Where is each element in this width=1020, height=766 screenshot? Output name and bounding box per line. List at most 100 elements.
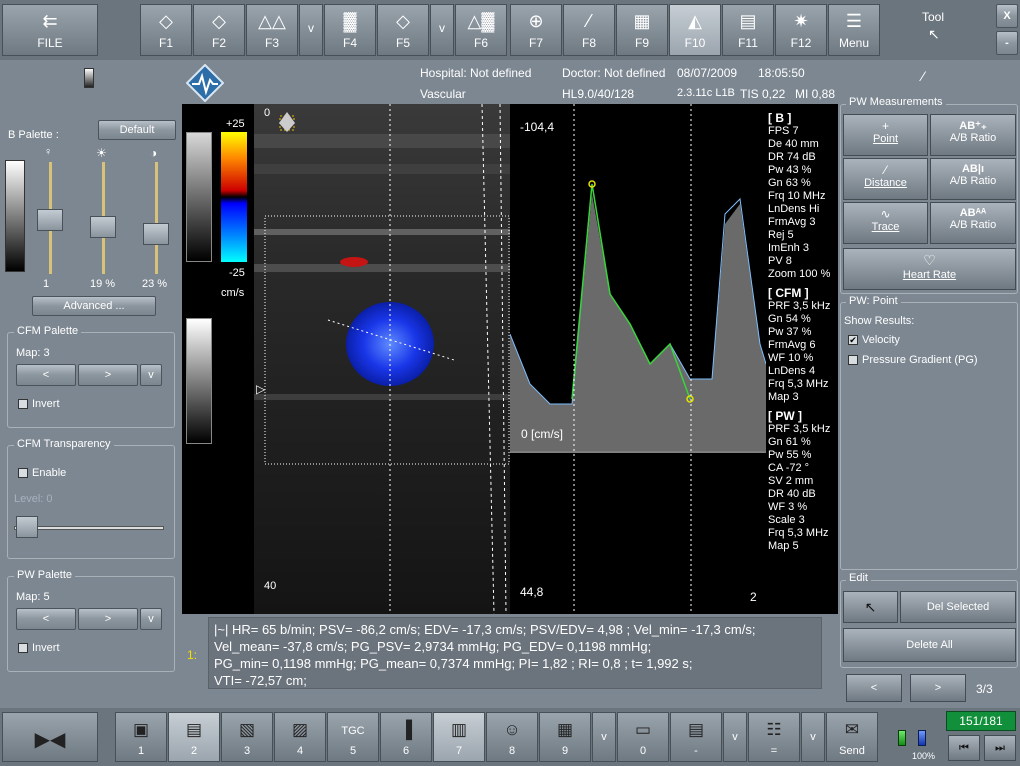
select-tool-button[interactable]: ↖ — [843, 591, 898, 623]
b-mode-image[interactable] — [254, 104, 510, 614]
file-icon: ⇇ — [42, 11, 58, 31]
preset-6-button[interactable]: ▐ 6 — [380, 712, 432, 762]
contrast-slider[interactable] — [90, 216, 116, 238]
network-button[interactable]: ☷ = — [748, 712, 800, 762]
distance-button[interactable]: ⁄ Distance — [843, 158, 928, 200]
transparency-enable-checkbox[interactable]: Enable — [18, 467, 66, 479]
f11-button[interactable]: ▤ F11 — [722, 4, 774, 56]
preset-9-button[interactable]: ▦ 9 — [539, 712, 591, 762]
velocity-checkbox[interactable]: ✔ Velocity — [848, 334, 900, 346]
pw-param: DR 40 dB — [768, 488, 816, 500]
cfm-map-dropdown[interactable]: v — [140, 364, 162, 386]
send-button[interactable]: ✉ Send — [826, 712, 878, 762]
pressure-gradient-checkbox[interactable]: Pressure Gradient (PG) — [848, 354, 978, 366]
gamma-slider[interactable] — [143, 223, 169, 245]
heart-rate-button[interactable]: ♡ Heart Rate — [843, 248, 1016, 290]
pointer-icon: ↖ — [864, 599, 877, 615]
b-param: ImEnh 3 — [768, 242, 809, 254]
transparency-slider[interactable] — [16, 516, 38, 538]
cfm-param: WF 10 % — [768, 352, 814, 364]
pw-doppler-spectrum[interactable] — [510, 104, 766, 614]
checkbox-box — [18, 399, 28, 410]
minimize-button[interactable]: - — [996, 31, 1018, 55]
cfm-invert-checkbox[interactable]: Invert — [18, 398, 60, 410]
hospital-label: Hospital: Not defined — [420, 66, 532, 80]
f10-button[interactable]: ◭ F10 — [669, 4, 721, 56]
pw-prev-button[interactable]: < — [16, 608, 76, 630]
ab-ratio-distance-button[interactable]: AB|ı A/B Ratio — [930, 158, 1016, 200]
exam-time: 18:05:50 — [758, 66, 805, 80]
f3-button[interactable]: △△ F3 — [246, 4, 298, 56]
pw-next-button[interactable]: > — [78, 608, 138, 630]
preset-3-button[interactable]: ▧ 3 — [221, 712, 273, 762]
frame-counter: 151/181 — [946, 711, 1016, 731]
measure-tool-icon: ⁄ — [922, 68, 925, 84]
pw-param: PRF 3,5 kHz — [768, 423, 831, 435]
cfm-params-title: [ CFM ] — [768, 286, 809, 300]
preset-7-button[interactable]: ▥ 7 — [433, 712, 485, 762]
dropdown-button[interactable]: v — [430, 4, 454, 56]
f6-button[interactable]: △▓ F6 — [455, 4, 507, 56]
tgc-button[interactable]: TGC 5 — [327, 712, 379, 762]
results-line: PG_min= 0,1198 mmHg; PG_mean= 0,7374 mmH… — [214, 656, 693, 671]
pw-palette-title: PW Palette — [14, 569, 76, 581]
cfm-param: LnDens 4 — [768, 365, 816, 377]
f9-button[interactable]: ▦ F9 — [616, 4, 668, 56]
checkbox-box — [18, 643, 28, 654]
f2-button[interactable]: ◇ F2 — [193, 4, 245, 56]
freeze-button[interactable]: ▶◀ — [2, 712, 98, 762]
f12-button[interactable]: ✷ F12 — [775, 4, 827, 56]
cfm-prev-button[interactable]: < — [16, 364, 76, 386]
menu-button[interactable]: ☰ Menu — [828, 4, 880, 56]
brightness-icon: ♀ — [44, 146, 53, 158]
preset-8-button[interactable]: ☺ 8 — [486, 712, 538, 762]
document-button[interactable]: ▤ - — [670, 712, 722, 762]
brightness-slider[interactable] — [37, 209, 63, 231]
delete-selected-button[interactable]: Del Selected — [900, 591, 1016, 623]
dropdown-button[interactable]: v — [801, 712, 825, 762]
preset-0-button[interactable]: ▭ 0 — [617, 712, 669, 762]
b-param: De 40 mm — [768, 138, 819, 150]
ab-ratio-point-button[interactable]: AB⁺₊ A/B Ratio — [930, 114, 1016, 156]
last-frame-button[interactable]: ⏭ — [984, 735, 1016, 761]
delete-all-button[interactable]: Delete All — [843, 628, 1016, 662]
first-frame-button[interactable]: ⏮ — [948, 735, 980, 761]
f8-button[interactable]: ⁄ F8 — [563, 4, 615, 56]
file-button[interactable]: ⇇ FILE — [2, 4, 98, 56]
preset-2-button[interactable]: ▤ 2 — [168, 712, 220, 762]
f7-button[interactable]: ⊕ F7 — [510, 4, 562, 56]
trace-button[interactable]: ∿ Trace — [843, 202, 928, 244]
ab-trace-icon: ABᴬᴬ — [959, 207, 987, 219]
ab-ratio-trace-button[interactable]: ABᴬᴬ A/B Ratio — [930, 202, 1016, 244]
preset-4-button[interactable]: ▨ 4 — [274, 712, 326, 762]
dropdown-button[interactable]: v — [299, 4, 323, 56]
default-button[interactable]: Default — [98, 120, 176, 140]
cfm-param: Pw 37 % — [768, 326, 812, 338]
cfm-next-button[interactable]: > — [78, 364, 138, 386]
archive-icon: ▦ — [556, 720, 574, 739]
imaging-parameters: [ B ] FPS 7 De 40 mm DR 74 dB Pw 43 % Gn 63 … — [766, 104, 838, 614]
magic-wand-icon: ✷ — [793, 11, 809, 31]
pw-map-dropdown[interactable]: v — [140, 608, 162, 630]
report-icon: ▤ — [185, 720, 203, 739]
point-button[interactable]: + Point — [843, 114, 928, 156]
advanced-button[interactable]: Advanced ... — [32, 296, 156, 316]
show-results-label: Show Results: — [844, 315, 915, 327]
menu-icon: ☰ — [845, 11, 863, 31]
page-prev-button[interactable]: < — [846, 674, 902, 702]
dropdown-button[interactable]: v — [592, 712, 616, 762]
cfm-param: Frq 5,3 MHz — [768, 378, 829, 390]
print-icon: ◭ — [688, 11, 702, 31]
pw-invert-checkbox[interactable]: Invert — [18, 642, 60, 654]
f5-button[interactable]: ◇ F5 — [377, 4, 429, 56]
b-param: Pw 43 % — [768, 164, 812, 176]
scale-bottom-label: -25 — [229, 267, 245, 279]
depth-bottom-label: 40 — [264, 580, 277, 592]
f4-button[interactable]: ▓ F4 — [324, 4, 376, 56]
f1-button[interactable]: ◇ F1 — [140, 4, 192, 56]
dropdown-button[interactable]: v — [723, 712, 747, 762]
skip-back-icon: ⏮ — [959, 742, 969, 754]
close-button[interactable]: X — [996, 4, 1018, 28]
preset-1-button[interactable]: ▣ 1 — [115, 712, 167, 762]
page-next-button[interactable]: > — [910, 674, 966, 702]
